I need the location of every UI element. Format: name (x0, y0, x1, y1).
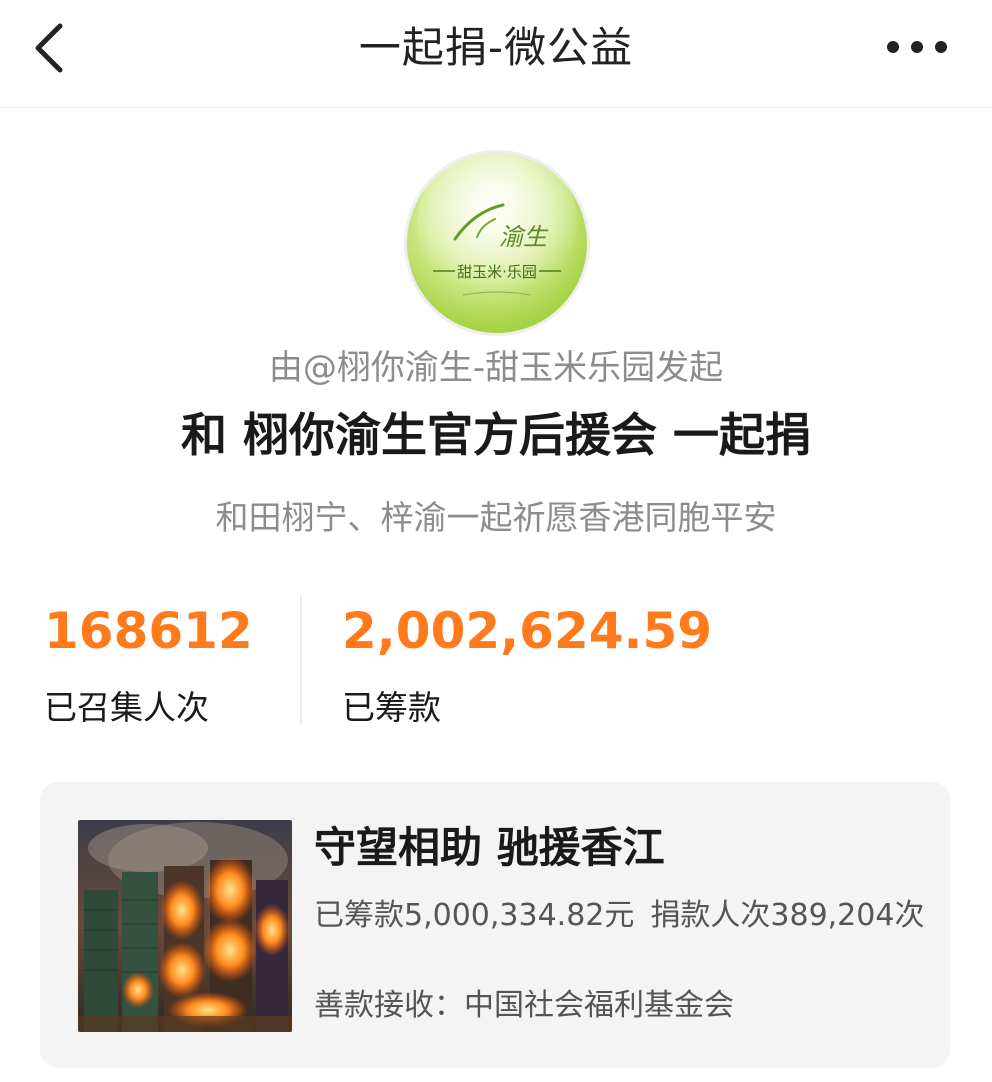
project-title: 守望相助 驰援香江 (314, 823, 665, 872)
project-receiver: 善款接收：中国社会福利基金会 (314, 988, 734, 1023)
project-thumbnail (78, 820, 292, 1032)
participants-count: 168612 (44, 602, 253, 660)
project-stats-line: 已筹款5,000,334.82元 捐款人次389,204次 (314, 896, 924, 936)
project-card[interactable]: 守望相助 驰援香江 已筹款5,000,334.82元 捐款人次389,204次 善… (40, 782, 950, 1068)
more-button[interactable] (884, 32, 950, 62)
page: 一起捐-微公益 渝生 甜玉米·乐园 由@栩你渝生-甜玉米乐园发起 和 栩你渝生官… (0, 0, 992, 1082)
top-nav-bar: 一起捐-微公益 (0, 0, 992, 108)
burning-buildings-image (78, 820, 292, 1032)
stats-divider (300, 594, 302, 724)
participants-label: 已召集人次 (44, 688, 209, 727)
raised-label: 已筹款 (342, 688, 441, 727)
more-dot (887, 41, 899, 53)
project-donors: 捐款人次389,204次 (650, 898, 925, 933)
raised-amount: 2,002,624.59 (342, 602, 713, 660)
page-title: 一起捐-微公益 (358, 23, 634, 72)
initiator-avatar[interactable]: 渝生 甜玉米·乐园 (404, 150, 590, 336)
svg-text:甜玉米·乐园: 甜玉米·乐园 (457, 263, 537, 281)
svg-text:渝生: 渝生 (499, 223, 549, 251)
project-raised: 已筹款5,000,334.82元 (314, 898, 635, 933)
avatar-logo-art: 渝生 甜玉米·乐园 (417, 153, 577, 303)
initiator-text[interactable]: 由@栩你渝生-甜玉米乐园发起 (0, 346, 992, 390)
campaign-title: 和 栩你渝生官方后援会 一起捐 (180, 408, 812, 462)
more-dot (935, 41, 947, 53)
more-dot (911, 41, 923, 53)
campaign-subtitle: 和田栩宁、梓渝一起祈愿香港同胞平安 (215, 498, 777, 537)
